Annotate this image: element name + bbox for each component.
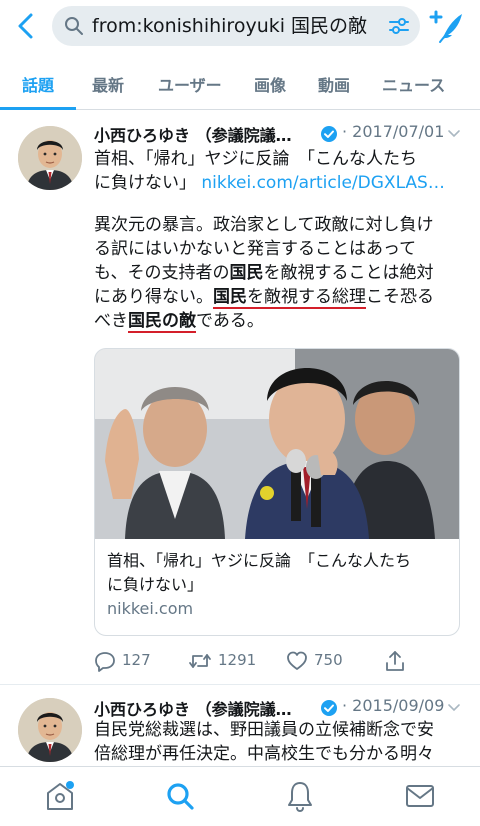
card-title-line: に負けない」: [107, 575, 204, 594]
tweet-text: 自民党総裁選は、野田議員の立候補断念で安 倍総理が再任決定。中高校生でも分かる明…: [94, 718, 466, 766]
reply-icon: [95, 652, 115, 672]
tweet-header: 小西ひろゆき （参議院議… · 2015/09/09: [94, 696, 468, 720]
headline-line: に負けない」 nikkei.com/article/DGXLAS…: [94, 171, 466, 195]
retweet-button[interactable]: 1291: [188, 648, 268, 674]
tweet-actions: 127 1291 750: [94, 648, 466, 674]
comment-text: である。: [196, 311, 264, 331]
search-icon: [167, 783, 194, 810]
comment-line: にあり得ない。国民を敵視する総理こそ恐る: [94, 285, 466, 309]
comment-line: べき国民の敵である。: [94, 309, 466, 333]
headline-line-text: に負けない」: [94, 173, 196, 193]
comment-line: る訳にはいかないと発言することはあって: [94, 239, 417, 259]
card-title: 首相、「帰れ」ヤジに反論 「こんな人たち に負けない」: [107, 549, 451, 597]
verified-badge-icon: [321, 700, 337, 716]
comment-text: にあり得ない。: [94, 287, 213, 307]
reply-button[interactable]: 127: [94, 648, 154, 674]
comment-text: こそ恐る: [366, 287, 434, 307]
tab-photos[interactable]: 画像: [254, 72, 286, 96]
tweet-date[interactable]: · 2017/07/01: [342, 122, 444, 141]
heart-icon: [287, 651, 307, 670]
link-preview-card[interactable]: 首相、「帰れ」ヤジに反論 「こんな人たち に負けない」 nikkei.com: [94, 348, 460, 636]
keyword-highlight: 国民: [229, 263, 264, 283]
tab-top[interactable]: 話題: [22, 72, 54, 96]
nav-notifications[interactable]: [284, 779, 316, 813]
tab-people[interactable]: ユーザー: [158, 72, 222, 96]
keyword-highlight: 国民: [213, 287, 247, 307]
comment-text: べき: [94, 311, 128, 331]
tweet-line: 自民党総裁選は、野田議員の立候補断念で安: [94, 720, 434, 740]
tab-news[interactable]: ニュース: [382, 72, 445, 96]
nav-home[interactable]: [44, 779, 76, 813]
underlined-phrase: 国民を敵視する総理: [213, 287, 366, 307]
compose-tweet-icon[interactable]: [428, 8, 466, 44]
tab-latest[interactable]: 最新: [92, 72, 124, 96]
home-icon: [47, 781, 74, 810]
chevron-down-icon[interactable]: [446, 126, 462, 142]
tweet-date[interactable]: · 2015/09/09: [342, 696, 444, 715]
back-button[interactable]: [14, 12, 38, 40]
verified-badge-icon: [321, 126, 337, 142]
share-button[interactable]: [384, 648, 408, 674]
comment-line: も、その支持者の国民を敵視することは絶対: [94, 261, 466, 285]
avatar[interactable]: [18, 698, 82, 762]
search-header: from:konishihiroyuki 国民の敵: [0, 0, 480, 52]
tweet-divider: [0, 684, 480, 685]
bottom-navigation: [0, 766, 480, 826]
retweet-icon: [189, 654, 211, 668]
filter-icon[interactable]: [388, 15, 410, 37]
chevron-down-icon[interactable]: [446, 700, 462, 716]
avatar-photo: [18, 698, 82, 762]
nav-explore[interactable]: [164, 779, 196, 813]
search-icon: [65, 17, 83, 35]
active-tab-indicator: [0, 107, 76, 110]
article-photo: [95, 349, 459, 539]
card-title-line: 首相、「帰れ」ヤジに反論 「こんな人たち: [107, 551, 412, 570]
retweet-count: 1291: [218, 651, 257, 669]
avatar[interactable]: [18, 126, 82, 190]
tweet-comment: 異次元の暴言。政治家として政敵に対し負け る訳にはいかないと発言することはあって…: [94, 213, 466, 333]
article-link[interactable]: nikkei.com/article/DGXLAS…: [201, 173, 444, 193]
nav-messages[interactable]: [404, 779, 436, 813]
share-icon: [386, 651, 404, 671]
tweet-text: 首相、「帰れ」ヤジに反論 「こんな人たち に負けない」 nikkei.com/a…: [94, 147, 466, 195]
comment-text: も、その支持者の: [94, 263, 230, 283]
like-button[interactable]: 750: [286, 648, 356, 674]
bell-icon: [288, 782, 312, 813]
comment-text: を敵視する総理: [247, 287, 366, 307]
author-name[interactable]: 小西ひろゆき （参議院議…: [94, 696, 292, 720]
headline-line: 首相、「帰れ」ヤジに反論 「こんな人たち: [94, 149, 417, 169]
tab-videos[interactable]: 動画: [318, 72, 350, 96]
search-input[interactable]: from:konishihiroyuki 国民の敵: [52, 6, 420, 46]
author-name[interactable]: 小西ひろゆき （参議院議…: [94, 122, 292, 146]
search-tabs: 話題 最新 ユーザー 画像 動画 ニュース: [0, 60, 480, 110]
chevron-left-icon: [18, 13, 33, 39]
mail-icon: [406, 785, 434, 807]
comment-line: 異次元の暴言。政治家として政敵に対し負け: [94, 215, 434, 235]
like-count: 750: [314, 651, 343, 669]
tweet-header: 小西ひろゆき （参議院議… · 2017/07/01: [94, 122, 468, 146]
reply-count: 127: [122, 651, 151, 669]
card-domain: nikkei.com: [107, 599, 194, 618]
avatar-photo: [18, 126, 82, 190]
search-query[interactable]: from:konishihiroyuki 国民の敵: [92, 14, 388, 38]
comment-text: を敵視することは絶対: [263, 263, 434, 283]
keyword-highlight: 国民の敵: [128, 311, 196, 331]
tweet-line: 倍総理が再任決定。中高校生でも分かる明々: [94, 744, 434, 764]
